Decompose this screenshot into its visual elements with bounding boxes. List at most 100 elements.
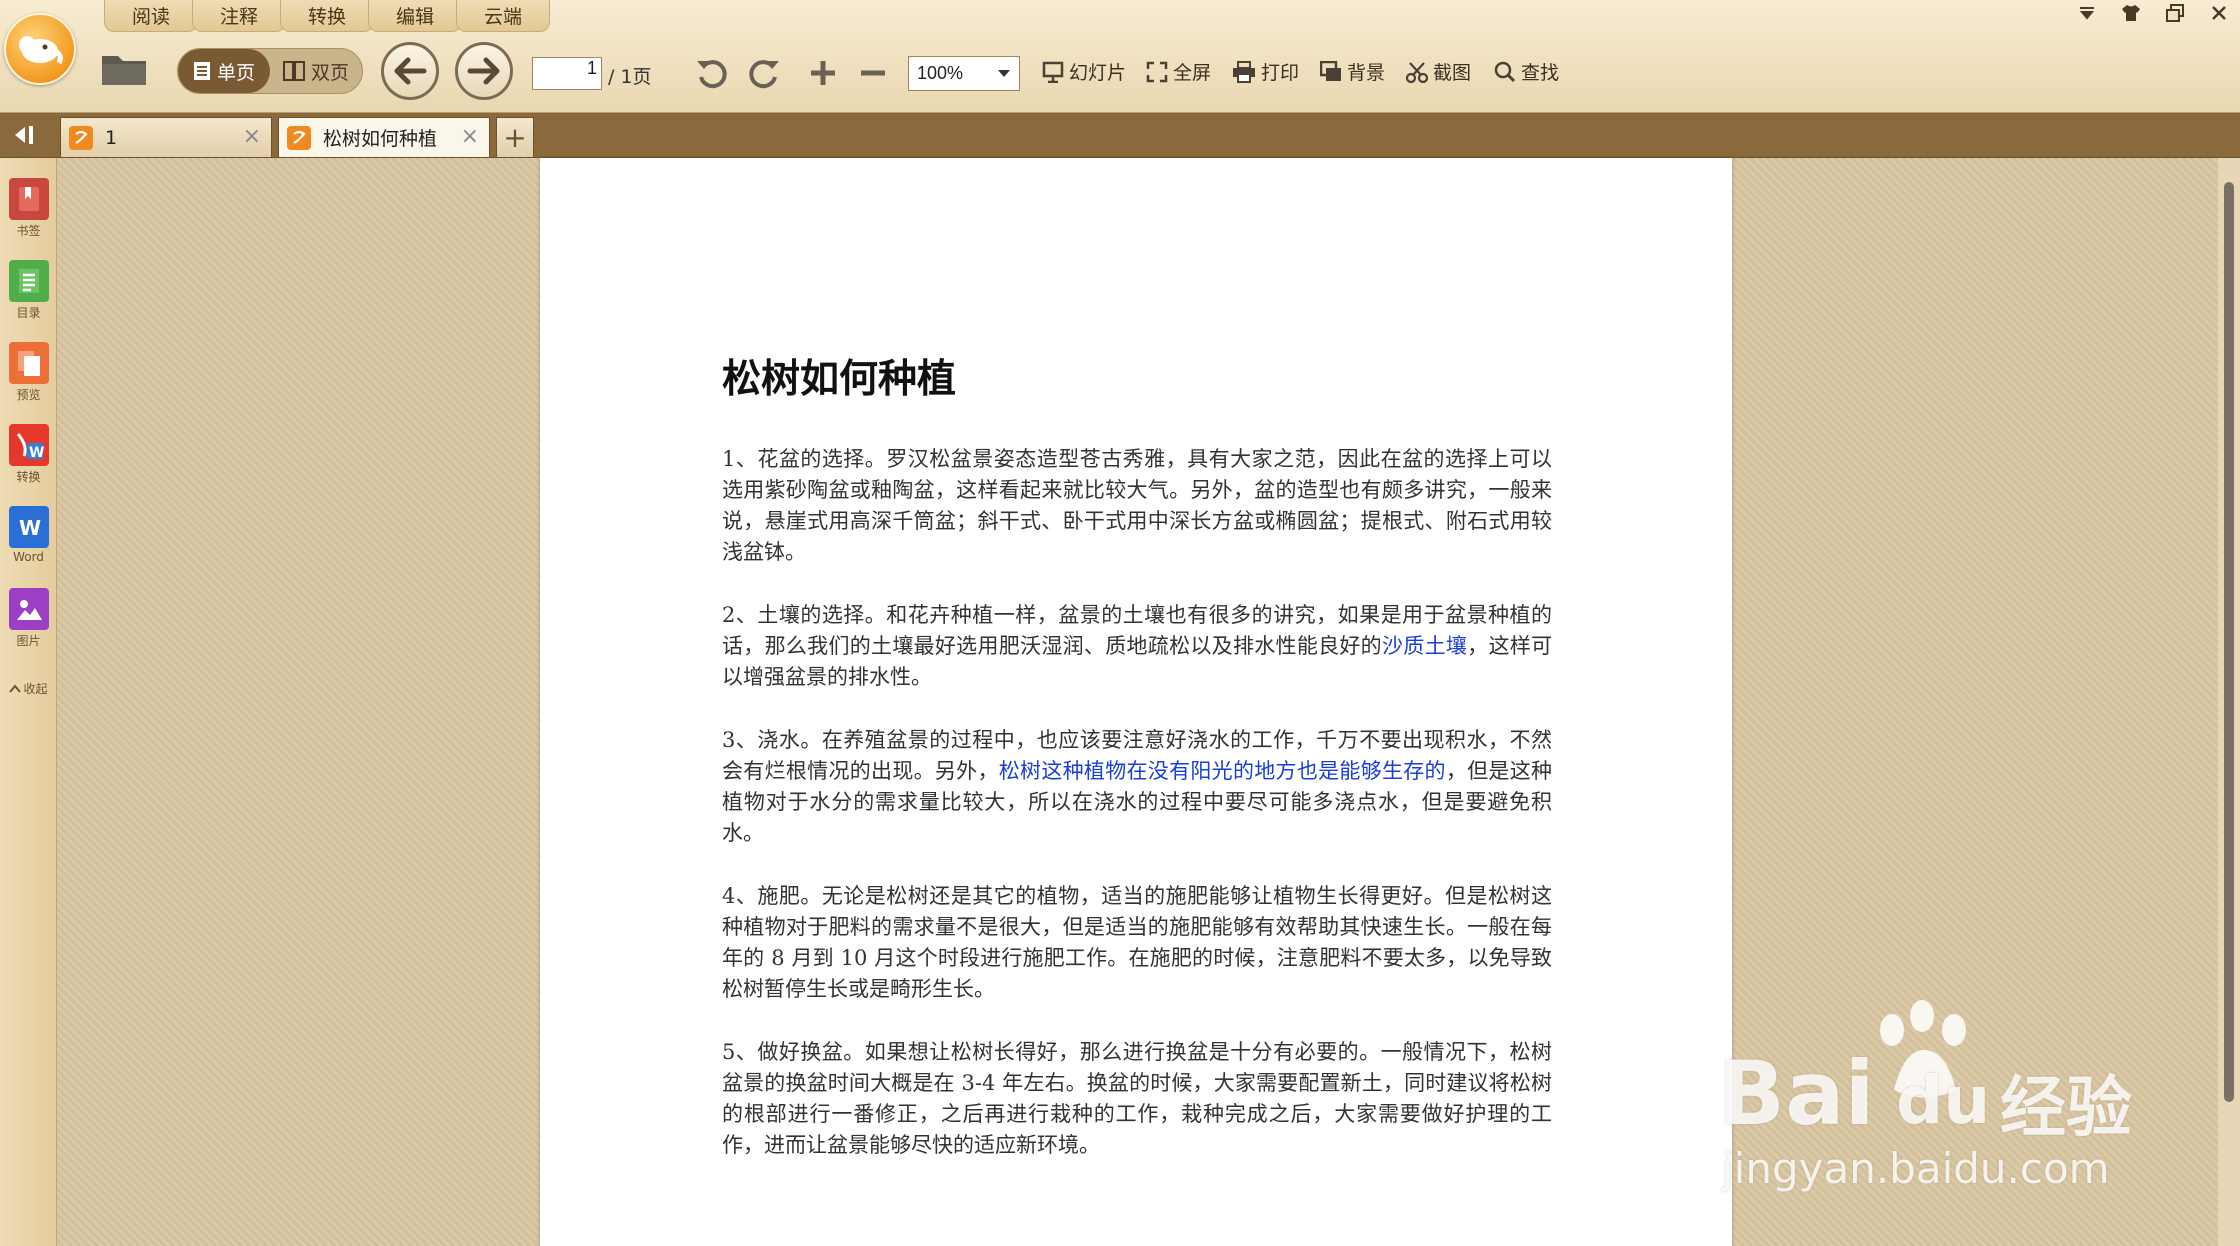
menu-tab-convert[interactable]: 转换 — [280, 0, 374, 32]
document-page[interactable]: 松树如何种植 1、花盆的选择。罗汉松盆景姿态造型苍古秀雅，具有大家之范，因此在盆… — [540, 158, 1732, 1246]
sidebar-collapse-label: 收起 — [23, 682, 48, 696]
zoom-select[interactable]: 100% — [908, 56, 1020, 91]
restore-icon — [2166, 4, 2184, 22]
menu-tabs: 阅读 注释 转换 编辑 云端 — [104, 0, 550, 32]
screenshot-button[interactable]: 截图 — [1406, 58, 1471, 85]
screenshot-label: 截图 — [1433, 62, 1472, 84]
previous-page-button[interactable] — [381, 42, 439, 100]
open-folder-button[interactable] — [96, 48, 152, 90]
sidebar-item-label: 目录 — [16, 306, 41, 320]
tab-document-1[interactable]: 1 × — [60, 117, 272, 157]
toggle-sidebar-button[interactable] — [10, 122, 38, 148]
sidebar-item-toc[interactable]: 目录 — [0, 260, 57, 321]
left-sidebar: 书签 目录 预览 W 转换 W Word 图片 收起 — [0, 158, 57, 1246]
plus-icon — [811, 61, 835, 85]
close-tab-button[interactable]: × — [461, 124, 479, 149]
chevron-down-icon — [998, 69, 1010, 77]
single-page-label: 单页 — [216, 61, 255, 84]
page-title: 松树如何种植 — [722, 357, 957, 402]
pdf-file-icon — [69, 125, 93, 150]
double-page-button[interactable]: 双页 — [270, 49, 362, 93]
image-icon — [8, 588, 49, 630]
paragraph-3: 3、浇水。在养殖盆景的过程中，也应该要注意好浇水的工作，千万不要出现积水，不然会… — [722, 725, 1552, 849]
single-page-button[interactable]: 单页 — [178, 49, 270, 93]
sidebar-item-label: 图片 — [16, 634, 41, 648]
arrow-left-bar-icon — [15, 126, 33, 144]
background-label: 背景 — [1347, 62, 1386, 84]
sidebar-item-label: Word — [13, 550, 44, 564]
fullscreen-label: 全屏 — [1173, 62, 1212, 84]
double-page-label: 双页 — [310, 61, 349, 84]
tab-title: 松树如何种植 — [323, 128, 438, 150]
dropdown-menu-icon — [2079, 7, 2095, 20]
menu-tab-edit[interactable]: 编辑 — [368, 0, 462, 32]
main-toolbar: 阅读 注释 转换 编辑 云端 单页 双页 1 / 1页 100% 幻灯片 全屏 … — [0, 0, 2240, 113]
skin-button[interactable] — [2120, 2, 2142, 24]
folder-icon — [102, 56, 146, 85]
app-logo[interactable] — [4, 13, 76, 85]
menu-tab-annotate[interactable]: 注释 — [192, 0, 286, 32]
sidebar-item-label: 书签 — [16, 224, 41, 238]
menu-tab-cloud[interactable]: 云端 — [456, 0, 550, 32]
bookmark-icon — [8, 178, 49, 220]
pdf-file-icon — [287, 125, 311, 150]
sidebar-item-image[interactable]: 图片 — [0, 588, 57, 649]
sidebar-item-label: 转换 — [16, 470, 41, 484]
scissors-icon — [1406, 61, 1428, 83]
svg-text:W: W — [29, 445, 44, 460]
elephant-icon — [19, 36, 63, 65]
window-controls — [2076, 2, 2230, 24]
rotate-right-icon — [749, 60, 779, 89]
zoom-in-button[interactable] — [806, 56, 840, 90]
background-button[interactable]: 背景 — [1320, 58, 1385, 85]
fullscreen-button[interactable]: 全屏 — [1146, 58, 1211, 85]
paragraph-5: 5、做好换盆。如果想让松树长得好，那么进行换盆是十分有必要的。一般情况下，松树盆… — [722, 1040, 1552, 1157]
arrow-right-icon — [467, 57, 500, 85]
zoom-value: 100% — [917, 63, 964, 83]
print-button[interactable]: 打印 — [1232, 58, 1299, 85]
menu-dropdown-button[interactable] — [2076, 2, 2098, 24]
tab-document-active[interactable]: 松树如何种植 × — [278, 117, 490, 157]
fullscreen-icon — [1146, 61, 1168, 82]
print-label: 打印 — [1261, 62, 1300, 84]
find-button[interactable]: 查找 — [1494, 58, 1559, 85]
double-page-icon — [282, 61, 305, 81]
paragraph-2: 2、土壤的选择。和花卉种植一样，盆景的土壤也有很多的讲究，如果是用于盆景种植的话… — [722, 600, 1552, 693]
zoom-out-button[interactable] — [856, 56, 890, 90]
sidebar-item-preview[interactable]: 预览 — [0, 342, 57, 403]
page-total-label: / 1页 — [608, 66, 652, 88]
convert-icon: W — [8, 424, 49, 466]
slideshow-label: 幻灯片 — [1069, 62, 1127, 84]
slideshow-button[interactable]: 幻灯片 — [1042, 58, 1126, 85]
rotate-left-icon — [697, 60, 727, 89]
menu-tab-read[interactable]: 阅读 — [104, 0, 198, 32]
background-icon — [1320, 60, 1341, 81]
scrollbar-thumb[interactable] — [2224, 182, 2234, 1102]
minus-icon — [861, 70, 885, 76]
vertical-scrollbar[interactable] — [2218, 158, 2240, 1246]
close-icon — [2212, 6, 2226, 20]
word-icon: W — [8, 506, 49, 548]
search-icon — [1494, 61, 1516, 82]
sidebar-item-convert[interactable]: W 转换 — [0, 424, 57, 485]
inline-link[interactable]: 沙质土壤 — [1382, 634, 1467, 658]
close-tab-button[interactable]: × — [243, 124, 261, 149]
sidebar-item-word[interactable]: W Word — [0, 506, 57, 564]
rotate-right-button[interactable] — [746, 56, 782, 92]
toc-icon — [8, 260, 49, 302]
sidebar-item-label: 预览 — [16, 388, 41, 402]
close-window-button[interactable] — [2208, 2, 2230, 24]
single-page-icon — [193, 62, 210, 80]
inline-link[interactable]: 松树这种植物在没有阳光的地方也是能够生存的 — [999, 759, 1446, 783]
restore-button[interactable] — [2164, 2, 2186, 24]
rotate-left-button[interactable] — [694, 56, 730, 92]
chevron-up-icon — [9, 683, 22, 693]
next-page-button[interactable] — [455, 42, 513, 100]
page-number-input[interactable]: 1 — [532, 57, 602, 90]
paragraph-4: 4、施肥。无论是松树还是其它的植物，适当的施肥能够让植物生长得更好。但是松树这种… — [722, 884, 1552, 1001]
sidebar-item-bookmarks[interactable]: 书签 — [0, 178, 57, 239]
new-tab-button[interactable]: + — [496, 117, 534, 157]
document-tab-bar: 1 × 松树如何种植 × + — [0, 113, 2240, 158]
sidebar-collapse-button[interactable]: 收起 — [0, 680, 57, 697]
tab-title: 1 — [105, 126, 118, 149]
